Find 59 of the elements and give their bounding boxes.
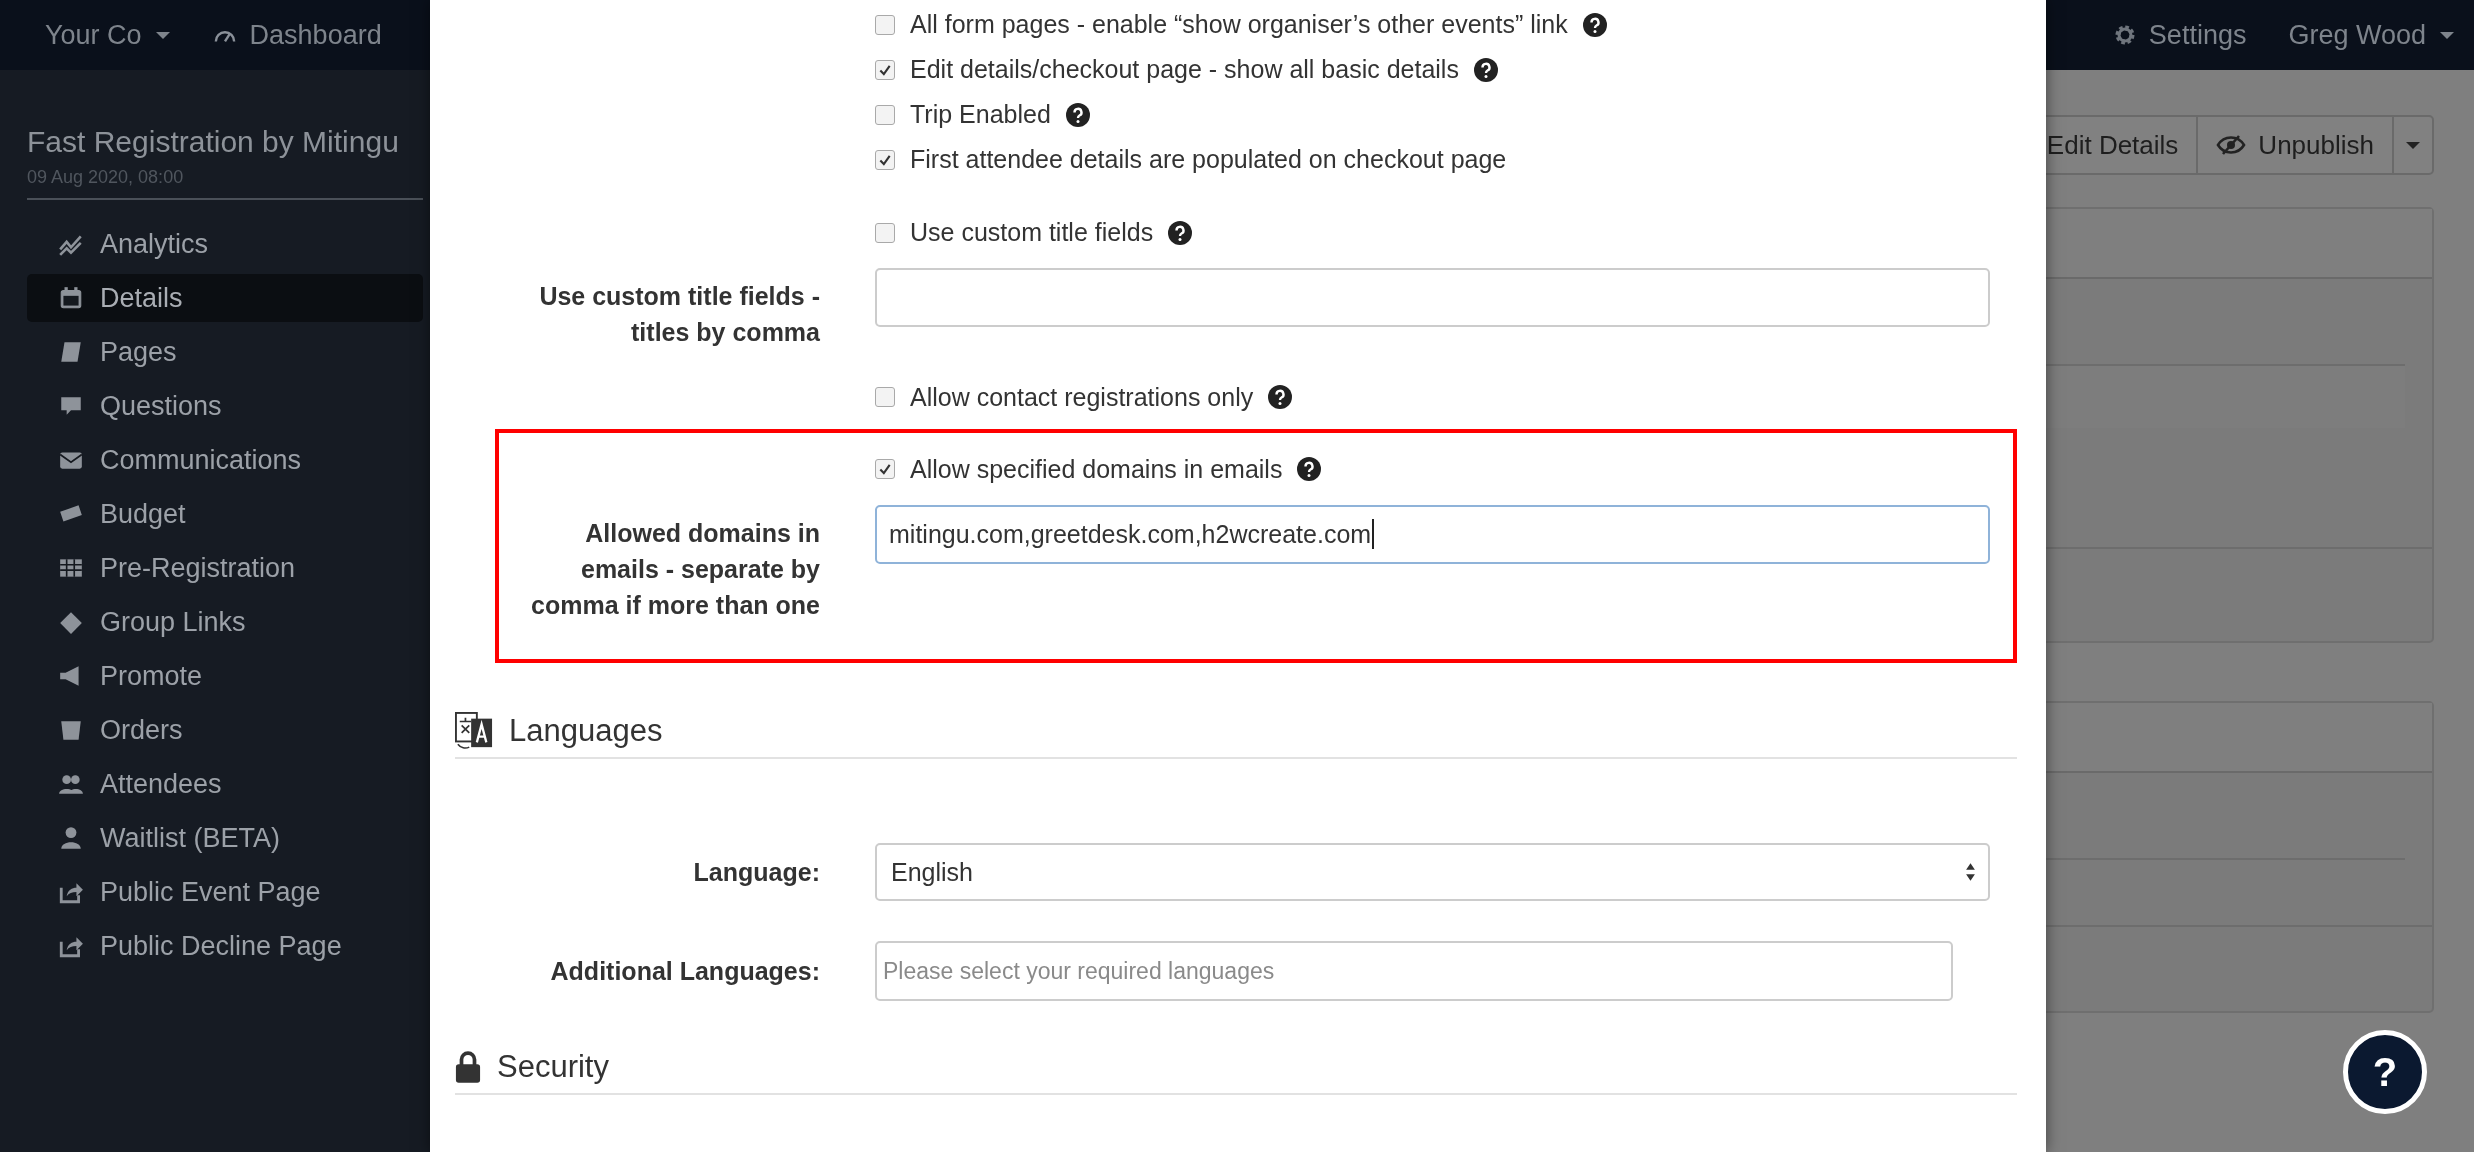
event-title: Fast Registration by Mitingu (27, 125, 400, 159)
help-icon[interactable] (1473, 57, 1498, 82)
help-icon[interactable] (1168, 220, 1193, 245)
checkbox-label[interactable]: All form pages - enable “show organiser’s other events” link (910, 10, 1568, 39)
sidebar-item[interactable]: Orders (27, 706, 423, 754)
sidebar-item[interactable]: Pages (27, 328, 423, 376)
field-label: Additional Languages: (550, 956, 820, 988)
input-field[interactable]: mitingu.com,greetdesk.com,h2wcreate.com (875, 504, 1990, 564)
languages-field[interactable]: Please select your required languages (875, 941, 1953, 1002)
settings-link[interactable]: Settings (2112, 19, 2247, 51)
calendar-icon (58, 285, 84, 311)
checkbox-label[interactable]: Edit details/checkout page - show all basic details (910, 55, 1459, 84)
checkbox-label[interactable]: Trip Enabled (910, 100, 1051, 129)
help-icon[interactable] (1582, 12, 1607, 37)
checkbox-label[interactable]: First attendee details are populated on checkout page (910, 145, 1507, 174)
sidebar-item[interactable]: Analytics (27, 220, 423, 268)
section-heading: Languages (509, 713, 663, 750)
event-date: 09 Aug 2020, 08:00 (27, 167, 185, 188)
user-menu[interactable]: Greg Wood (2288, 19, 2454, 51)
checkbox-label[interactable]: Allow specified domains in emails (910, 454, 1283, 484)
help-icon[interactable] (1268, 385, 1293, 409)
section-heading: Security (497, 1049, 609, 1086)
checkbox[interactable] (875, 387, 895, 407)
checkbox-label[interactable]: Allow contact registrations only (910, 382, 1254, 412)
checkbox-label[interactable]: Use custom title fields (910, 218, 1154, 247)
up-down-arrows-icon (1965, 862, 1976, 883)
eye-slash-icon (2216, 135, 2247, 155)
sidebar-item[interactable]: Promote (27, 652, 423, 700)
checkbox[interactable] (875, 459, 895, 479)
field-label: Use custom title fields - titles by comma (538, 281, 820, 349)
help-icon[interactable] (1297, 457, 1322, 481)
field-label: Allowed domains in emails - separate by comma if more than one (530, 517, 820, 621)
nav-link[interactable]: Dashboard (211, 19, 382, 51)
sidebar-item[interactable]: Questions (27, 382, 423, 430)
input-field[interactable] (875, 268, 1990, 327)
sidebar-item[interactable]: Group Links (27, 598, 423, 646)
language-select[interactable]: English (875, 843, 1990, 902)
unpublish-button[interactable]: Unpublish (2196, 117, 2392, 173)
checkbox[interactable] (875, 104, 895, 125)
sidebar-item[interactable]: Public Decline Page (27, 922, 423, 970)
sidebar-item[interactable]: Budget (27, 490, 423, 538)
checkbox[interactable] (875, 14, 895, 35)
check-icon (878, 462, 892, 476)
sidebar-item[interactable]: Public Event Page (27, 868, 423, 916)
sidebar-item[interactable]: Details (27, 274, 423, 322)
help-button[interactable]: ? (2343, 1030, 2427, 1114)
checkbox[interactable] (875, 149, 895, 170)
help-icon[interactable] (1065, 102, 1090, 127)
user-icon (58, 825, 84, 851)
lock-icon (455, 1050, 481, 1085)
checkbox[interactable] (875, 59, 895, 80)
translate-icon (455, 712, 493, 751)
sidebar-item[interactable]: Communications (27, 436, 423, 484)
sidebar-item[interactable]: Attendees (27, 760, 423, 808)
sidebar-item[interactable]: Pre-Registration (27, 544, 423, 592)
field-label: Language: (693, 857, 820, 889)
checkbox[interactable] (875, 222, 895, 243)
company-menu[interactable]: Your Co (45, 19, 170, 51)
sidebar-item[interactable]: Waitlist (BETA) (27, 814, 423, 862)
